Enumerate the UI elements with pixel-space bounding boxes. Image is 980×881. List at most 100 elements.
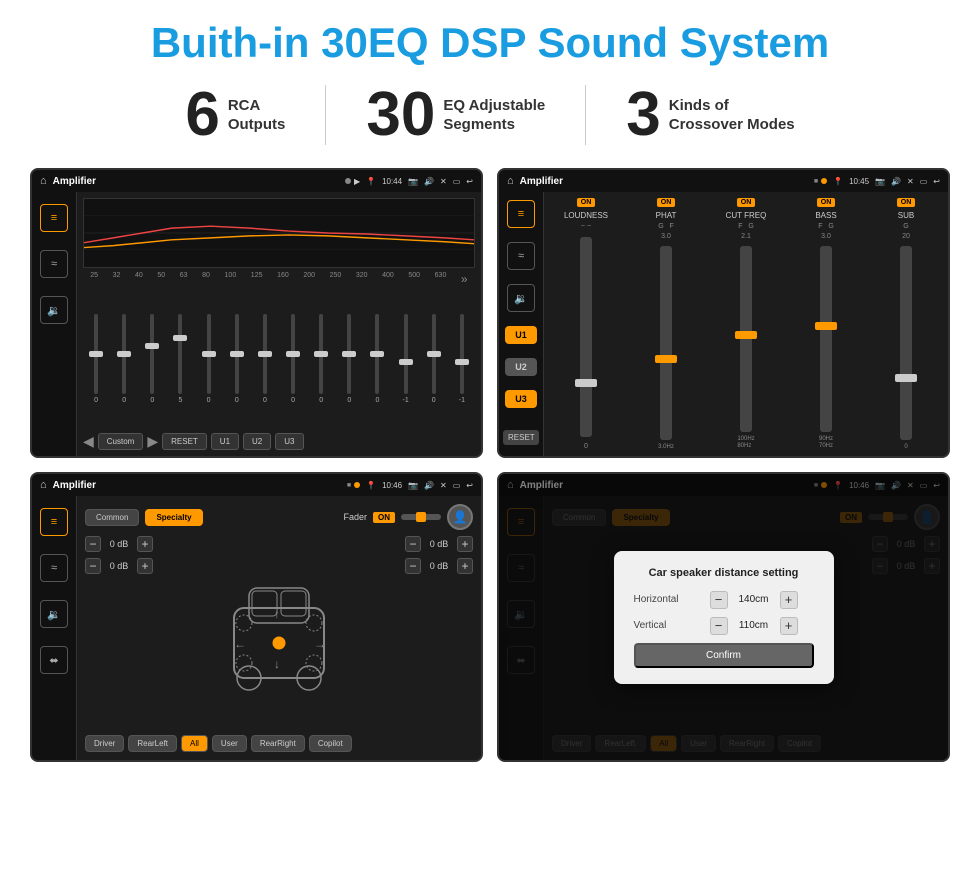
fader-slider[interactable] bbox=[401, 514, 441, 520]
driver-btn[interactable]: Driver bbox=[85, 735, 124, 752]
eq-slider-track[interactable] bbox=[460, 314, 464, 394]
app-name-1: Amplifier bbox=[53, 176, 340, 187]
amp-u3-btn[interactable]: U3 bbox=[505, 390, 537, 408]
eq-slider-track[interactable] bbox=[207, 314, 211, 394]
back-icon-1: ↩ bbox=[466, 177, 473, 186]
back-icon-3: ↩ bbox=[466, 481, 473, 490]
reset-btn[interactable]: RESET bbox=[162, 433, 207, 450]
cutfreq-slider[interactable] bbox=[740, 246, 752, 432]
fader-label: Fader bbox=[343, 512, 367, 522]
amp-icon-3[interactable]: 🔉 bbox=[507, 284, 535, 312]
bass-slider[interactable] bbox=[820, 246, 832, 432]
amp-channel-sub: ON SUB G 20 0 bbox=[868, 198, 944, 450]
stat-rca: 6 RCA Outputs bbox=[145, 84, 325, 146]
amp-u1-btn[interactable]: U1 bbox=[505, 326, 537, 344]
minus-btn-bl[interactable]: − bbox=[85, 558, 101, 574]
dot1 bbox=[345, 178, 351, 184]
amp-screen: ≡ ≈ 🔉 U1 U2 U3 RESET ON LOUDNESS bbox=[499, 192, 948, 456]
cross-icon-2[interactable]: ≈ bbox=[40, 554, 68, 582]
volume-icon-3: 🔊 bbox=[424, 481, 434, 490]
eq-slider-track[interactable] bbox=[404, 314, 408, 394]
plus-btn-bl[interactable]: + bbox=[137, 558, 153, 574]
eq-slider-track[interactable] bbox=[122, 314, 126, 394]
channel-name-bass: BASS bbox=[815, 211, 836, 220]
dialog-box: Car speaker distance setting Horizontal … bbox=[614, 551, 834, 684]
amp-icon-2[interactable]: ≈ bbox=[507, 242, 535, 270]
stat-crossover-label: Kinds of Crossover Modes bbox=[669, 96, 795, 135]
rearright-btn[interactable]: RearRight bbox=[251, 735, 305, 752]
eq-volume-icon[interactable]: 🔉 bbox=[40, 296, 68, 324]
cross-left-controls: − 0 dB + − 0 dB + bbox=[85, 536, 153, 729]
avatar-icon[interactable]: 👤 bbox=[447, 504, 473, 530]
plus-btn-br[interactable]: + bbox=[457, 558, 473, 574]
cross-icon-4[interactable]: ⬌ bbox=[40, 646, 68, 674]
eq-slider-track[interactable] bbox=[235, 314, 239, 394]
minus-btn-tl[interactable]: − bbox=[85, 536, 101, 552]
prev-icon[interactable]: ◀ bbox=[83, 433, 94, 450]
svg-text:↓: ↓ bbox=[274, 657, 280, 671]
rearleft-btn[interactable]: RearLeft bbox=[128, 735, 177, 752]
dialog-vertical-minus[interactable]: − bbox=[710, 617, 728, 635]
eq-slider-track[interactable] bbox=[347, 314, 351, 394]
status-icons-3: ■ bbox=[347, 482, 360, 489]
mode-common-btn[interactable]: Common bbox=[85, 509, 139, 526]
minus-btn-tr[interactable]: − bbox=[405, 536, 421, 552]
cross-icon-3[interactable]: 🔉 bbox=[40, 600, 68, 628]
u2-btn[interactable]: U2 bbox=[243, 433, 271, 450]
phat-slider[interactable] bbox=[660, 246, 672, 440]
eq-screen: ≡ ≈ 🔉 bbox=[32, 192, 481, 456]
fader-on-badge: ON bbox=[373, 512, 395, 523]
eq-slider-track[interactable] bbox=[319, 314, 323, 394]
copilot-btn[interactable]: Copilot bbox=[309, 735, 352, 752]
amp-channel-cutfreq: ON CUT FREQ F G 2.1 100Hz80Hz bbox=[708, 198, 784, 450]
on-badge-phat: ON bbox=[657, 198, 676, 207]
mode-specialty-btn[interactable]: Specialty bbox=[145, 509, 202, 526]
eq-slider-col: 0 bbox=[252, 314, 278, 404]
eq-graph bbox=[83, 198, 475, 268]
custom-btn[interactable]: Custom bbox=[98, 433, 144, 450]
dialog-horizontal-minus[interactable]: − bbox=[710, 591, 728, 609]
plus-btn-tr[interactable]: + bbox=[457, 536, 473, 552]
u3-btn[interactable]: U3 bbox=[275, 433, 303, 450]
eq-slider-track[interactable] bbox=[432, 314, 436, 394]
db-value-br: 0 dB bbox=[425, 561, 453, 571]
amp-icon-1[interactable]: ≡ bbox=[507, 200, 535, 228]
confirm-button[interactable]: Confirm bbox=[634, 643, 814, 668]
page-title: Buith-in 30EQ DSP Sound System bbox=[30, 20, 950, 66]
loudness-slider[interactable] bbox=[580, 237, 592, 437]
all-btn[interactable]: All bbox=[181, 735, 208, 752]
dialog-title: Car speaker distance setting bbox=[634, 567, 814, 579]
eq-sidebar: ≡ ≈ 🔉 bbox=[32, 192, 77, 456]
dialog-horizontal-plus[interactable]: + bbox=[780, 591, 798, 609]
screenshots-grid: ⌂ Amplifier ▶ 📍 10:44 📷 🔊 ✕ ▭ ↩ ≡ ≈ 🔉 bbox=[30, 168, 950, 762]
eq-slider-track[interactable] bbox=[94, 314, 98, 394]
dialog-horizontal-row: Horizontal − 140cm + bbox=[634, 591, 814, 609]
u1-btn[interactable]: U1 bbox=[211, 433, 239, 450]
user-btn[interactable]: User bbox=[212, 735, 247, 752]
fader-area: Fader ON 👤 bbox=[343, 504, 473, 530]
amp-main: ON LOUDNESS ~~ 0 ON bbox=[544, 192, 948, 456]
stat-rca-number: 6 bbox=[185, 84, 219, 146]
eq-slider-track[interactable] bbox=[291, 314, 295, 394]
sub-slider[interactable] bbox=[900, 246, 912, 440]
eq-slider-track[interactable] bbox=[178, 314, 182, 394]
dialog-vertical-plus[interactable]: + bbox=[780, 617, 798, 635]
db-control-tl: − 0 dB + bbox=[85, 536, 153, 552]
eq-wave-icon[interactable]: ≈ bbox=[40, 250, 68, 278]
eq-slider-track[interactable] bbox=[150, 314, 154, 394]
next-icon[interactable]: ▶ bbox=[147, 433, 158, 450]
home-icon-1: ⌂ bbox=[40, 175, 47, 187]
eq-slider-track[interactable] bbox=[375, 314, 379, 394]
amp-u2-btn[interactable]: U2 bbox=[505, 358, 537, 376]
cross-icon-1[interactable]: ≡ bbox=[40, 508, 68, 536]
stat-eq-number: 30 bbox=[366, 84, 435, 146]
cross-bottom-btns: Driver RearLeft All User RearRight Copil… bbox=[85, 735, 473, 752]
minus-btn-br[interactable]: − bbox=[405, 558, 421, 574]
eq-sliders-icon[interactable]: ≡ bbox=[40, 204, 68, 232]
amp-channel-phat: ON PHAT G F 3.0 3.0Hz bbox=[628, 198, 704, 450]
amp-reset-btn[interactable]: RESET bbox=[503, 430, 539, 445]
channel-name-phat: PHAT bbox=[656, 211, 677, 220]
eq-slider-track[interactable] bbox=[263, 314, 267, 394]
plus-btn-tl[interactable]: + bbox=[137, 536, 153, 552]
camera-icon-3: 📷 bbox=[408, 481, 418, 490]
